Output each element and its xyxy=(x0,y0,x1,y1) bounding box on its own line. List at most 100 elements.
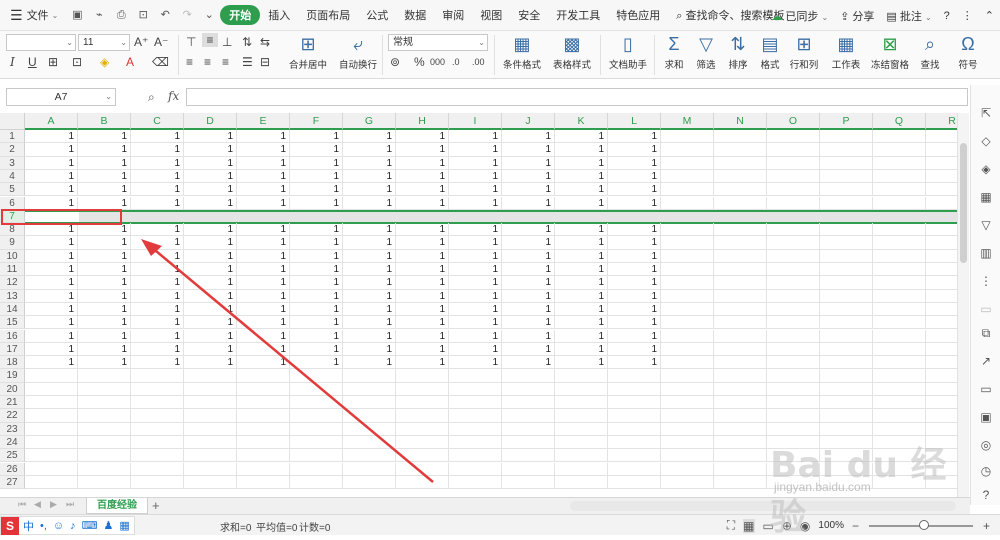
cell-f1[interactable]: 1 xyxy=(290,130,343,144)
cell-k4[interactable]: 1 xyxy=(555,169,608,184)
cell-g15[interactable]: 1 xyxy=(343,316,396,330)
row-header-13[interactable]: 13 xyxy=(0,289,25,303)
cell-o6[interactable] xyxy=(767,196,820,210)
column-header-q[interactable]: Q xyxy=(873,113,926,130)
cell-f8[interactable]: 1 xyxy=(290,223,343,237)
find-button[interactable]: ⌕ 查找 xyxy=(910,33,950,71)
cell-e12[interactable]: 1 xyxy=(237,276,290,290)
cell-p1[interactable] xyxy=(820,130,873,144)
cell-p8[interactable] xyxy=(820,223,873,237)
cell-q22[interactable] xyxy=(873,409,926,423)
cell-n3[interactable] xyxy=(714,156,767,170)
freeze-panes-button[interactable]: ⊠ 冻结窗格 xyxy=(866,33,914,71)
copy-icon[interactable]: ⧉ xyxy=(978,325,994,341)
cell-l23[interactable] xyxy=(608,422,661,436)
cell-f24[interactable] xyxy=(290,435,343,450)
cell-m2[interactable] xyxy=(661,143,714,157)
cell-n5[interactable] xyxy=(714,183,767,197)
cell-h23[interactable] xyxy=(396,422,449,436)
cell-d23[interactable] xyxy=(184,422,237,436)
thousands-icon[interactable]: 000 xyxy=(430,55,445,69)
row-header-3[interactable]: 3 xyxy=(0,156,25,170)
column-header-g[interactable]: G xyxy=(343,113,396,130)
font-color-icon[interactable]: A xyxy=(126,55,134,69)
cell-i4[interactable]: 1 xyxy=(449,169,502,184)
cell-f9[interactable]: 1 xyxy=(290,236,343,250)
cell-a2[interactable]: 1 xyxy=(25,143,78,157)
cell-i3[interactable]: 1 xyxy=(449,156,502,170)
cell-g24[interactable] xyxy=(343,435,396,450)
cell-q9[interactable] xyxy=(873,236,926,250)
cell-c10[interactable]: 1 xyxy=(131,249,184,263)
cell-d10[interactable]: 1 xyxy=(184,249,237,263)
cell-k5[interactable]: 1 xyxy=(555,183,608,197)
vertical-scroll-thumb[interactable] xyxy=(960,143,967,263)
cell-o15[interactable] xyxy=(767,316,820,330)
cell-e4[interactable]: 1 xyxy=(237,169,290,184)
cell-p15[interactable] xyxy=(820,316,873,330)
tab-review[interactable]: 审阅 xyxy=(434,7,472,23)
cell-e6[interactable]: 1 xyxy=(237,196,290,210)
cell-n15[interactable] xyxy=(714,316,767,330)
italic-icon[interactable]: I xyxy=(10,55,15,69)
cell-d9[interactable]: 1 xyxy=(184,236,237,250)
cell-e21[interactable] xyxy=(237,396,290,410)
cell-f3[interactable]: 1 xyxy=(290,156,343,170)
cell-a18[interactable]: 1 xyxy=(25,356,78,370)
column-header-d[interactable]: D xyxy=(184,113,237,130)
cell-r8[interactable] xyxy=(926,223,957,237)
cell-g9[interactable]: 1 xyxy=(343,236,396,250)
cell-n12[interactable] xyxy=(714,276,767,290)
cell-e1[interactable]: 1 xyxy=(237,130,290,144)
column-header-c[interactable]: C xyxy=(131,113,184,130)
cell-g11[interactable]: 1 xyxy=(343,263,396,277)
cell-l1[interactable]: 1 xyxy=(608,130,661,144)
cell-d6[interactable]: 1 xyxy=(184,196,237,210)
cell-e27[interactable] xyxy=(237,475,290,490)
tab-home[interactable]: 开始 xyxy=(220,5,261,25)
cell-b16[interactable]: 1 xyxy=(78,329,131,343)
tab-security[interactable]: 安全 xyxy=(510,7,548,23)
cell-h6[interactable]: 1 xyxy=(396,196,449,210)
cell-b13[interactable]: 1 xyxy=(78,289,131,303)
cell-d5[interactable]: 1 xyxy=(184,183,237,197)
cell-n20[interactable] xyxy=(714,382,767,396)
doc-assistant-button[interactable]: ▯ 文档助手 xyxy=(604,33,652,71)
cell-k16[interactable]: 1 xyxy=(555,329,608,343)
column-header-j[interactable]: J xyxy=(502,113,555,130)
cell-e11[interactable]: 1 xyxy=(237,263,290,277)
cell-c23[interactable] xyxy=(131,422,184,436)
cell-p17[interactable] xyxy=(820,342,873,357)
cell-j23[interactable] xyxy=(502,422,555,436)
cell-c2[interactable]: 1 xyxy=(131,143,184,157)
cell-p16[interactable] xyxy=(820,329,873,343)
cell-o8[interactable] xyxy=(767,223,820,237)
cell-j17[interactable]: 1 xyxy=(502,342,555,357)
cell-l20[interactable] xyxy=(608,382,661,396)
cell-h10[interactable]: 1 xyxy=(396,249,449,263)
row-header-19[interactable]: 19 xyxy=(0,369,25,383)
cell-a25[interactable] xyxy=(25,449,78,463)
export-icon[interactable]: ↗ xyxy=(978,353,994,369)
row-header-6[interactable]: 6 xyxy=(0,196,25,210)
cell-b6[interactable]: 1 xyxy=(78,196,131,210)
shape-icon[interactable]: ◇ xyxy=(978,133,994,149)
cell-p18[interactable] xyxy=(820,356,873,370)
cell-f10[interactable]: 1 xyxy=(290,249,343,263)
cell-n17[interactable] xyxy=(714,342,767,357)
select-all-corner[interactable] xyxy=(0,113,25,130)
column-header-m[interactable]: M xyxy=(661,113,714,130)
row-col-button[interactable]: ⊞ 行和列 xyxy=(780,33,828,71)
print-preview-icon[interactable]: ⊡ xyxy=(136,8,150,22)
row-header-23[interactable]: 23 xyxy=(0,422,25,436)
cell-i2[interactable]: 1 xyxy=(449,143,502,157)
cell-d8[interactable]: 1 xyxy=(184,223,237,237)
font-size-select[interactable]: 11 ⌄ xyxy=(78,34,130,51)
selected-row-band[interactable] xyxy=(25,209,957,224)
help-side-icon[interactable]: ? xyxy=(978,487,994,503)
cell-l10[interactable]: 1 xyxy=(608,249,661,263)
ime-punct[interactable]: •, xyxy=(40,520,47,532)
cell-b12[interactable]: 1 xyxy=(78,276,131,290)
cell-l25[interactable] xyxy=(608,449,661,463)
cell-l27[interactable] xyxy=(608,475,661,490)
